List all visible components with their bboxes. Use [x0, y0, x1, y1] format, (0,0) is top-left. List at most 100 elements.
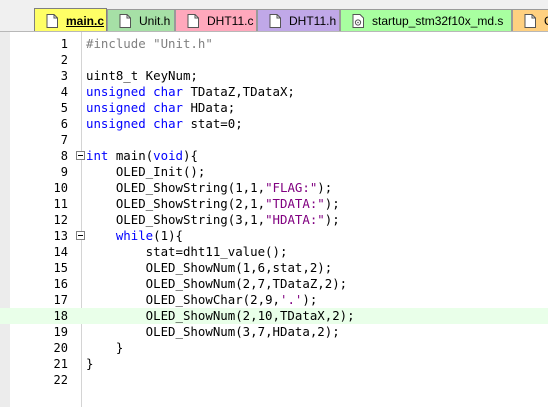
line-number: 17: [53, 293, 68, 307]
gear-file-icon: [352, 14, 364, 28]
code-token: );: [302, 292, 318, 307]
code-token: OLED_ShowChar(: [86, 292, 251, 307]
code-token: ){: [168, 228, 184, 243]
line-number: 6: [60, 117, 68, 131]
code-line[interactable]: 1 #include "Unit.h": [0, 36, 548, 52]
code-line[interactable]: 5 unsigned char HData;: [0, 100, 548, 116]
code-token: main(: [108, 148, 154, 163]
tab-main-c[interactable]: main.c: [34, 8, 107, 31]
code-token: 2: [250, 292, 258, 307]
code-token: ,: [257, 292, 266, 307]
file-tab-bar: main.c Unit.h DHT11.c DHT11.h startup_st…: [0, 0, 548, 32]
code-token: 9: [265, 292, 273, 307]
tab-label: Unit.h: [139, 14, 171, 28]
code-token: 1: [242, 260, 251, 275]
code-line[interactable]: 10 OLED_ShowString(1,1,"FLAG:");: [0, 180, 548, 196]
file-icon: [269, 14, 281, 28]
code-line[interactable]: 16 OLED_ShowNum(2,7,TDataZ,2);: [0, 276, 548, 292]
code-line[interactable]: 8 int main(void){: [0, 148, 548, 164]
tab-startup-s[interactable]: startup_stm32f10x_md.s: [340, 9, 512, 31]
code-token: char: [153, 100, 183, 115]
code-token: 3: [235, 212, 243, 227]
tab-dht11-h[interactable]: DHT11.h: [257, 9, 340, 31]
code-line[interactable]: 17 OLED_ShowChar(2,9,'.');: [0, 292, 548, 308]
code-token: 7: [257, 276, 266, 291]
code-token: 7: [257, 324, 266, 339]
code-line[interactable]: 7: [0, 132, 548, 148]
fold-toggle-icon[interactable]: [76, 231, 85, 240]
code-token: 6: [257, 260, 266, 275]
code-token: char: [153, 84, 183, 99]
tab-overflow[interactable]: C: [512, 9, 548, 31]
file-icon: [187, 14, 199, 28]
code-token: ,TDataZ,: [265, 276, 325, 291]
code-token: 2: [235, 196, 243, 211]
tab-label: startup_stm32f10x_md.s: [372, 14, 504, 28]
code-token: ,HData,: [265, 324, 318, 339]
code-line[interactable]: 4 unsigned char TDataZ,TDataX;: [0, 84, 548, 100]
code-token: OLED_ShowNum(: [86, 324, 243, 339]
code-line[interactable]: 22: [0, 372, 548, 388]
fold-toggle-icon[interactable]: [76, 151, 85, 160]
code-token: "HDATA:": [265, 212, 325, 227]
line-number: 1: [60, 37, 68, 51]
tab-label: DHT11.c: [207, 14, 254, 28]
code-token: ,: [250, 308, 258, 323]
code-text: OLED_Init();: [86, 164, 206, 180]
code-line[interactable]: 21}: [0, 356, 548, 372]
code-line[interactable]: 2: [0, 52, 548, 68]
code-line[interactable]: 14 stat=dht11_value();: [0, 244, 548, 260]
code-token: (: [153, 228, 161, 243]
code-token: while: [115, 228, 154, 243]
code-token: );: [317, 180, 333, 195]
code-token: #include "Unit.h": [86, 36, 213, 51]
code-line[interactable]: 18 OLED_ShowNum(2,10,TDataX,2);: [0, 308, 548, 324]
code-line[interactable]: 20 }: [0, 340, 548, 356]
code-text: uint8_t KeyNum;: [86, 68, 198, 84]
code-token: TDataZ,TDataX;: [183, 84, 295, 99]
code-token: }: [86, 340, 124, 355]
tab-unit-h[interactable]: Unit.h: [107, 9, 175, 31]
code-text: OLED_ShowNum(1,6,stat,2);: [86, 260, 333, 276]
code-line[interactable]: 15 OLED_ShowNum(1,6,stat,2);: [0, 260, 548, 276]
tab-dht11-c[interactable]: DHT11.c: [175, 9, 257, 31]
line-number: 9: [60, 165, 68, 179]
line-number: 11: [53, 197, 68, 211]
code-token: ,: [250, 324, 258, 339]
code-line[interactable]: 6 unsigned char stat=0;: [0, 116, 548, 132]
code-token: OLED_Init();: [86, 164, 206, 179]
code-token: stat=: [183, 116, 228, 131]
code-line[interactable]: 12 OLED_ShowString(3,1,"HDATA:");: [0, 212, 548, 228]
code-token: ,: [250, 260, 258, 275]
line-number: 3: [60, 69, 68, 83]
code-token: OLED_ShowNum(: [86, 276, 243, 291]
code-token: '.': [280, 292, 303, 307]
code-text: unsigned char stat=0;: [86, 116, 243, 132]
line-number: 5: [60, 101, 68, 115]
code-token: 1: [250, 212, 258, 227]
code-line[interactable]: 19 OLED_ShowNum(3,7,HData,2);: [0, 324, 548, 340]
line-number: 21: [53, 357, 68, 371]
code-text: OLED_ShowString(2,1,"TDATA:");: [86, 196, 340, 212]
code-token: );: [324, 196, 340, 211]
code-token: void: [153, 148, 183, 163]
code-token: 2: [242, 276, 251, 291]
line-number: 8: [60, 149, 68, 163]
code-text: OLED_ShowNum(2,7,TDataZ,2);: [86, 276, 347, 292]
code-editor[interactable]: 1 #include "Unit.h" 2 3 uint8_t KeyNum; 4 unsi…: [0, 32, 548, 407]
code-line[interactable]: 13 while(1){: [0, 228, 548, 244]
code-text: OLED_ShowString(3,1,"HDATA:");: [86, 212, 340, 228]
code-token: ,: [257, 180, 266, 195]
line-number: 15: [53, 261, 68, 275]
code-token: 1: [160, 228, 169, 243]
code-token: ;: [235, 116, 243, 131]
code-line[interactable]: 9 OLED_Init();: [0, 164, 548, 180]
code-line[interactable]: 11 OLED_ShowString(2,1,"TDATA:");: [0, 196, 548, 212]
code-line[interactable]: 3 uint8_t KeyNum;: [0, 68, 548, 84]
code-text: unsigned char HData;: [86, 100, 235, 116]
code-token: HData;: [183, 100, 236, 115]
code-token: );: [317, 260, 333, 275]
code-token: uint8_t KeyNum;: [86, 68, 198, 83]
line-number: 13: [53, 229, 68, 243]
